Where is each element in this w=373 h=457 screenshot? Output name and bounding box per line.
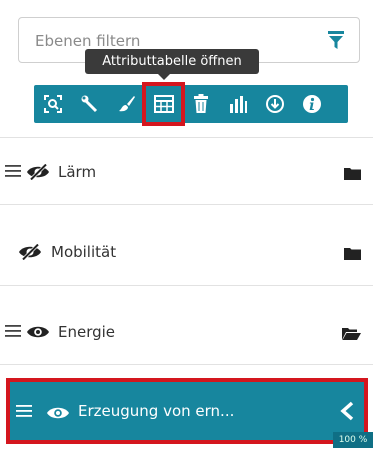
- layer-label: Mobilität: [51, 243, 117, 261]
- tooltip: Attributtabelle öffnen: [85, 49, 259, 74]
- info-icon: [302, 95, 321, 113]
- style-button[interactable]: [108, 85, 145, 123]
- folder-open-icon[interactable]: [342, 327, 361, 340]
- layer-divider: [0, 285, 373, 286]
- layer-divider: [0, 204, 373, 205]
- eye-icon[interactable]: [26, 324, 50, 340]
- table-icon: [153, 95, 174, 113]
- zoom-level-badge: 100 %: [333, 432, 373, 448]
- layer-label: Lärm: [58, 163, 97, 181]
- layer-item-laerm[interactable]: Lärm: [0, 153, 373, 193]
- download-button[interactable]: [256, 85, 293, 123]
- layer-item-mobilitaet[interactable]: Mobilität: [0, 233, 373, 273]
- settings-button[interactable]: [71, 85, 108, 123]
- layer-item-energie[interactable]: Energie: [0, 313, 373, 353]
- eye-slash-icon[interactable]: [26, 164, 50, 180]
- layer-divider: [0, 364, 373, 365]
- toolbar-divider: [0, 137, 373, 138]
- folder-icon[interactable]: [344, 167, 361, 180]
- eye-slash-icon[interactable]: [18, 244, 42, 260]
- info-button[interactable]: [293, 85, 330, 123]
- delete-layer-button[interactable]: [182, 85, 219, 123]
- folder-icon[interactable]: [344, 247, 361, 260]
- hamburger-icon[interactable]: [5, 323, 23, 339]
- bar-chart-icon: [229, 96, 247, 113]
- hamburger-icon[interactable]: [5, 163, 23, 179]
- wrench-icon: [81, 95, 97, 113]
- trash-icon: [193, 94, 208, 113]
- layer-toolbar: [34, 82, 348, 126]
- layer-label: Energie: [58, 323, 116, 341]
- chevron-left-icon[interactable]: [339, 401, 355, 421]
- layer-filter-placeholder: Ebenen filtern: [35, 32, 141, 50]
- hamburger-icon[interactable]: [16, 403, 34, 419]
- funnel-icon[interactable]: [327, 30, 345, 50]
- attribute-table-button[interactable]: [142, 82, 185, 126]
- zoom-extent-button[interactable]: [34, 85, 71, 123]
- download-icon: [265, 95, 284, 113]
- eye-icon[interactable]: [46, 405, 70, 421]
- brush-icon: [118, 96, 135, 112]
- chart-button[interactable]: [219, 85, 256, 123]
- tooltip-arrow: [158, 74, 170, 80]
- zoom-extent-icon: [43, 95, 62, 113]
- active-layer-item[interactable]: Erzeugung von ern...: [6, 378, 368, 444]
- layer-label: Erzeugung von ern...: [78, 402, 235, 420]
